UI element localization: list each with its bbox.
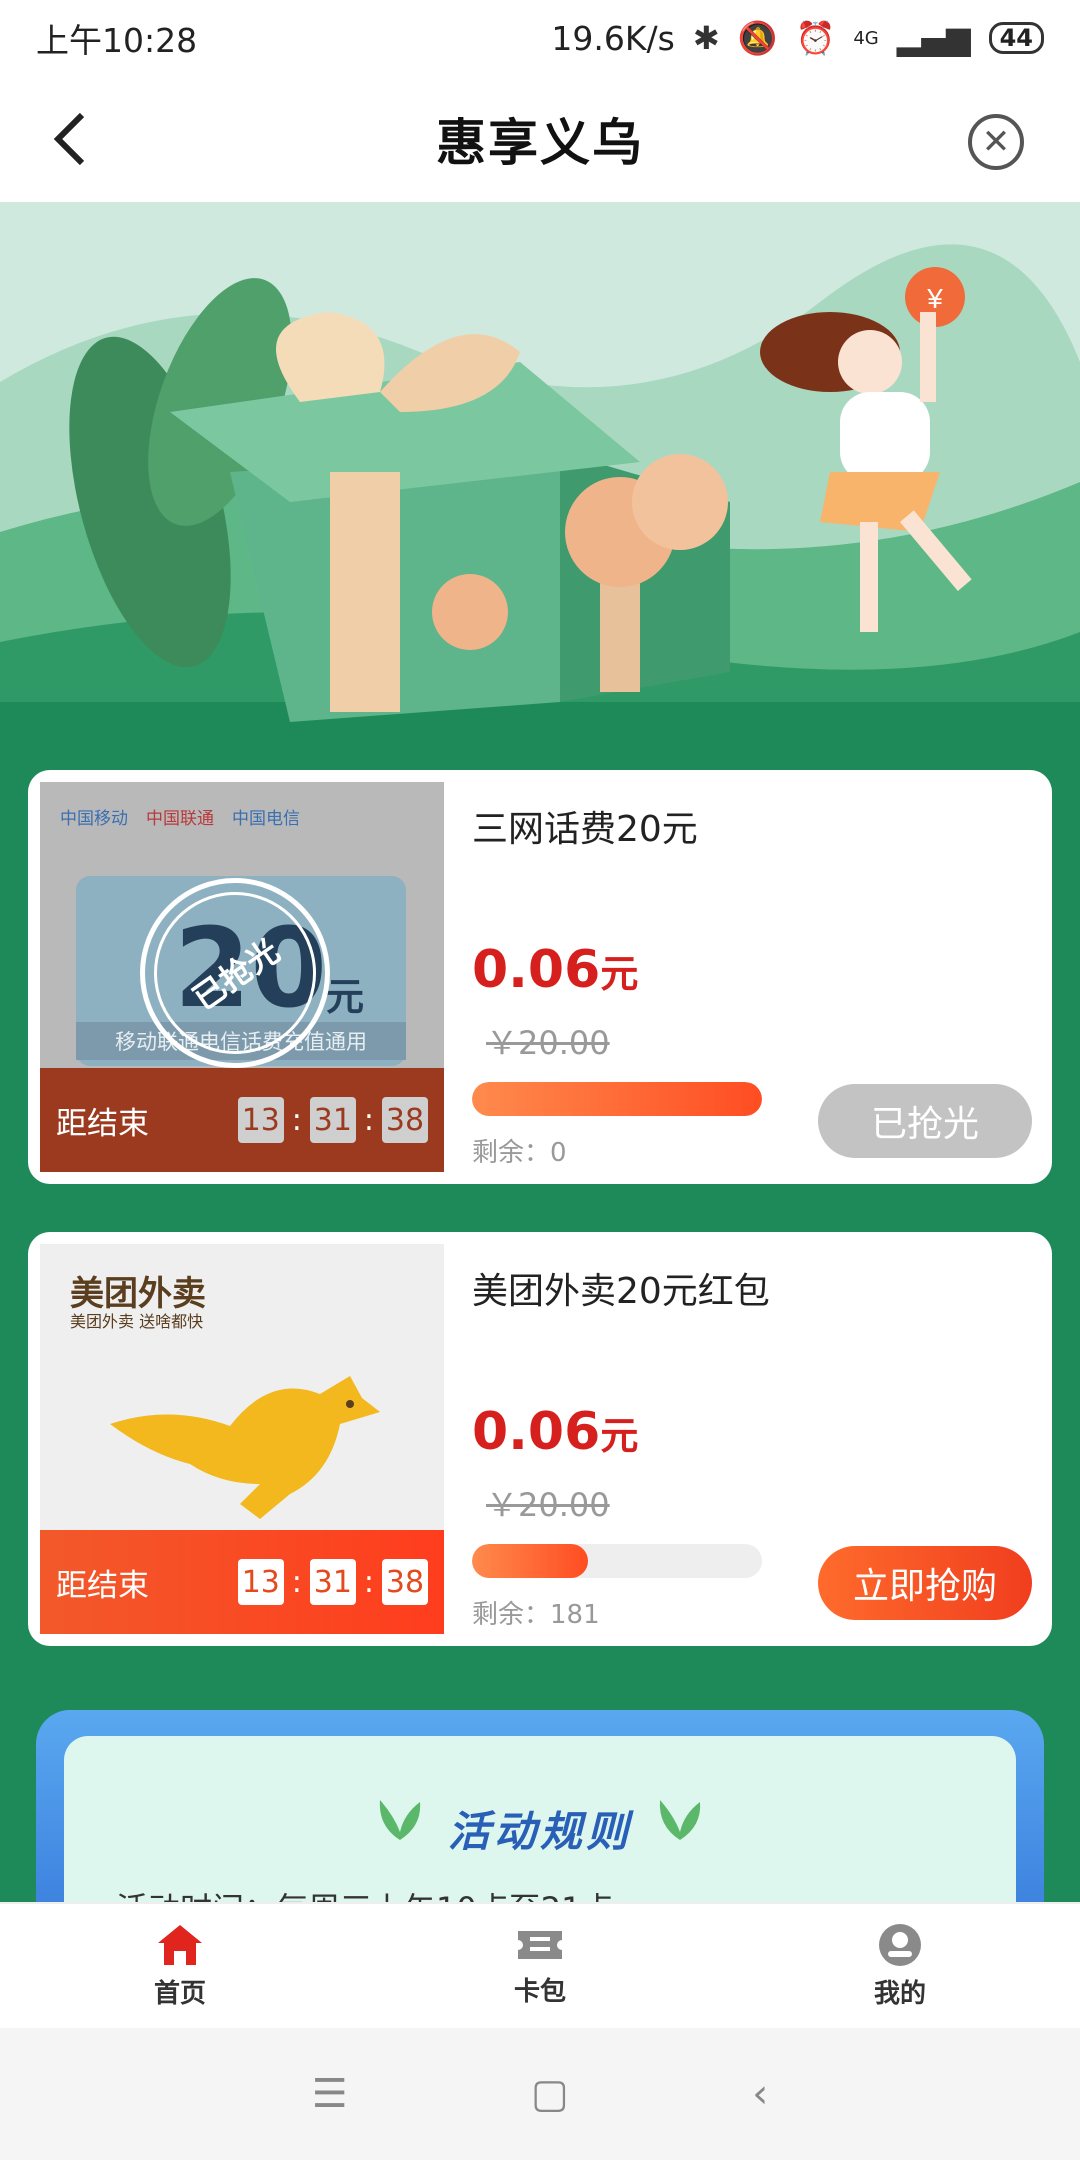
user-icon [879,1923,921,1966]
close-icon: ✕ [981,122,1011,162]
product-card[interactable]: 中国移动 中国联通 中国电信 20 元 移动联通电信话费充值通用 已抢光 距结束… [28,770,1052,1184]
product-price: 0.06元 [472,940,638,1000]
price-value: 0.06 [472,940,601,1000]
chevron-left-icon [53,112,85,166]
signal-label: 4G [853,27,879,49]
system-nav-bar: ☰ ▢ ‹ [0,2028,1080,2160]
rules-content: 活动规则 活动时间：每周三上午10点至21点 [64,1736,1016,1902]
china-mobile-logo: 中国移动 [60,809,128,829]
china-unicom-logo: 中国联通 [146,809,214,829]
alarm-icon: ⏰ [795,19,836,57]
countdown-hours: 13 [237,1097,284,1143]
tab-label: 卡包 [513,1976,566,2007]
home-icon [158,1924,202,1965]
soldout-stamp: 已抢光 [122,860,348,1086]
china-telecom-logo: 中国电信 [232,809,300,829]
close-button[interactable]: ✕ [968,114,1024,170]
soldout-button[interactable]: 已抢光 [818,1084,1032,1158]
back-button[interactable] [40,106,100,172]
product-image: 中国移动 中国联通 中国电信 20 元 移动联通电信话费充值通用 已抢光 距结束… [40,782,444,1172]
status-bar: 上午10:28 19.6K/s ✱ 🔕 ⏰ 4G ▂▄▆ 44 [0,0,1080,76]
countdown-label: 距结束 [56,1567,149,1604]
tab-label: 首页 [153,1978,206,2009]
hero-banner: ¥ [0,202,1080,762]
rules-text: 活动时间：每周三上午10点至21点 [116,1884,613,1902]
countdown-label: 距结束 [56,1105,149,1142]
bottom-tab-bar: 首页 卡包 我的 [0,1902,1080,2028]
countdown-bar: 距结束 13 : 31 : 38 [40,1068,444,1172]
net-speed: 19.6K/s [551,18,675,58]
status-icons: 19.6K/s ✱ 🔕 ⏰ 4G ▂▄▆ 44 [551,19,1044,58]
meituan-slogan: 美团外卖 送啥都快 [70,1312,204,1331]
stock-progress-fill [472,1544,588,1578]
product-title: 三网话费20元 [472,809,698,850]
stamp-text: 已抢光 [185,931,287,1018]
rules-panel: 活动规则 活动时间：每周三上午10点至21点 [36,1710,1044,1902]
carrier-logos: 中国移动 中国联通 中国电信 [60,804,300,829]
stock-progress-bar [472,1544,762,1578]
price-value: 0.06 [472,1402,601,1462]
product-image: 美团外卖 美团外卖 送啥都快 距结束 13 : 31 : 38 [40,1244,444,1634]
menu-icon[interactable]: ☰ [312,2071,348,2117]
battery-indicator: 44 [988,22,1044,54]
grass-icon [659,1800,701,1840]
remaining-count: 剩余：0 [472,1138,567,1168]
remaining-count: 剩余：181 [472,1600,600,1630]
price-unit: 元 [600,1414,639,1458]
signal-icon: ▂▄▆ [896,19,971,57]
ticket-icon [518,1930,562,1959]
countdown-bar: 距结束 13 : 31 : 38 [40,1530,444,1634]
countdown-minutes: 31 [309,1097,356,1143]
mute-icon: 🔕 [737,19,778,57]
product-card[interactable]: 美团外卖 美团外卖 送啥都快 距结束 13 : 31 : 38 美团外卖20元红… [28,1232,1052,1646]
tab-home[interactable]: 首页 [0,1904,360,2028]
back-icon[interactable]: ‹ [752,2071,768,2117]
buy-now-button[interactable]: 立即抢购 [818,1546,1032,1620]
status-time: 上午10:28 [36,21,198,60]
countdown-minutes: 31 [309,1559,356,1605]
kangaroo-icon [110,1376,380,1519]
card-amount-unit: 元 [326,975,365,1019]
product-price: 0.06元 [472,1402,638,1462]
original-price: ￥20.00 [486,1024,610,1062]
bluetooth-icon: ✱ [692,19,720,57]
page-title: 惠享义乌 [436,114,644,172]
countdown-seconds: 38 [382,1559,428,1605]
main-content: ¥ 中国移动 中国联通 中国电信 20 元 移动联通电信话费充值通用 已抢光 距… [0,202,1080,1902]
tab-profile[interactable]: 我的 [720,1904,1080,2028]
countdown-seconds: 38 [382,1097,428,1143]
home-square-icon[interactable]: ▢ [531,2071,569,2117]
nav-bar: 惠享义乌 ✕ [0,76,1080,202]
tab-wallet[interactable]: 卡包 [360,1904,720,2028]
product-title: 美团外卖20元红包 [472,1271,770,1312]
original-price: ￥20.00 [486,1486,610,1524]
stock-progress-bar [472,1082,762,1116]
tab-label: 我的 [873,1978,926,2009]
svg-text:¥: ¥ [926,283,943,314]
stock-progress-fill [472,1082,762,1116]
price-unit: 元 [600,952,639,996]
rules-title: 活动规则 [447,1807,632,1856]
countdown-hours: 13 [237,1559,284,1605]
